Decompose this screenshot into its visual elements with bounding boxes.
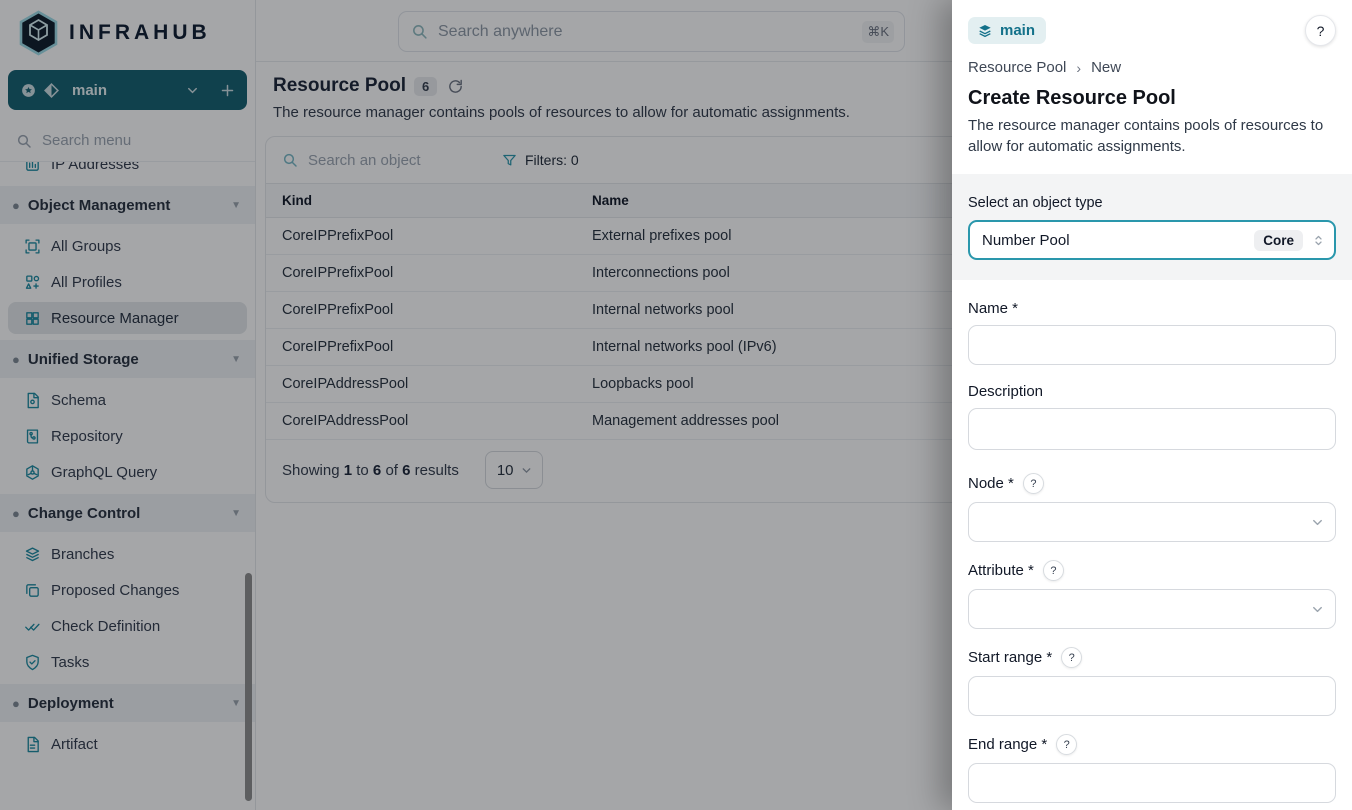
help-icon[interactable]: ?	[1056, 734, 1077, 755]
help-icon[interactable]: ?	[1061, 647, 1082, 668]
form-group-name: Name *	[968, 300, 1336, 365]
form-group-start-range: Start range *?	[968, 647, 1336, 716]
object-type-label: Select an object type	[968, 195, 1336, 211]
branch-badge[interactable]: main	[968, 17, 1046, 44]
name-input[interactable]	[968, 325, 1336, 365]
start-range-input[interactable]	[968, 676, 1336, 716]
breadcrumb-resource-pool[interactable]: Resource Pool	[968, 59, 1066, 76]
help-icon[interactable]: ?	[1043, 560, 1064, 581]
updown-chevron-icon	[1311, 233, 1326, 248]
description-textarea[interactable]	[968, 408, 1336, 450]
form-group-node: Node *?	[968, 473, 1336, 542]
field-label-node: Node *	[968, 475, 1014, 492]
node-select[interactable]	[968, 502, 1336, 542]
field-label-description: Description	[968, 383, 1043, 400]
object-type-section: Select an object type Number Pool Core	[952, 174, 1352, 280]
breadcrumb-separator-icon: ›	[1076, 60, 1081, 76]
form-group-description: Description	[968, 383, 1336, 455]
field-label-start-range: Start range *	[968, 649, 1052, 666]
chevron-down-icon	[1310, 602, 1325, 617]
drawer-title: Create Resource Pool	[968, 87, 1336, 110]
breadcrumb-new: New	[1091, 59, 1121, 76]
field-label-name: Name *	[968, 300, 1018, 317]
form-group-end-range: End range *?	[968, 734, 1336, 803]
drawer-backdrop[interactable]	[0, 0, 952, 810]
form-group-attribute: Attribute *?	[968, 560, 1336, 629]
field-label-end-range: End range *	[968, 736, 1047, 753]
attribute-select[interactable]	[968, 589, 1336, 629]
create-resource-pool-drawer: main ? Resource Pool › New Create Resour…	[952, 0, 1352, 810]
layers-icon	[977, 23, 993, 39]
core-badge: Core	[1254, 230, 1303, 251]
help-icon[interactable]: ?	[1023, 473, 1044, 494]
breadcrumb: Resource Pool › New	[968, 59, 1336, 76]
create-form: Name *DescriptionNode *?Attribute *?Star…	[952, 280, 1352, 810]
drawer-description: The resource manager contains pools of r…	[968, 116, 1336, 157]
end-range-input[interactable]	[968, 763, 1336, 803]
help-button[interactable]: ?	[1305, 15, 1336, 46]
object-type-select[interactable]: Number Pool Core	[968, 220, 1336, 260]
chevron-down-icon	[1310, 515, 1325, 530]
object-type-value: Number Pool	[982, 232, 1246, 249]
field-label-attribute: Attribute *	[968, 562, 1034, 579]
